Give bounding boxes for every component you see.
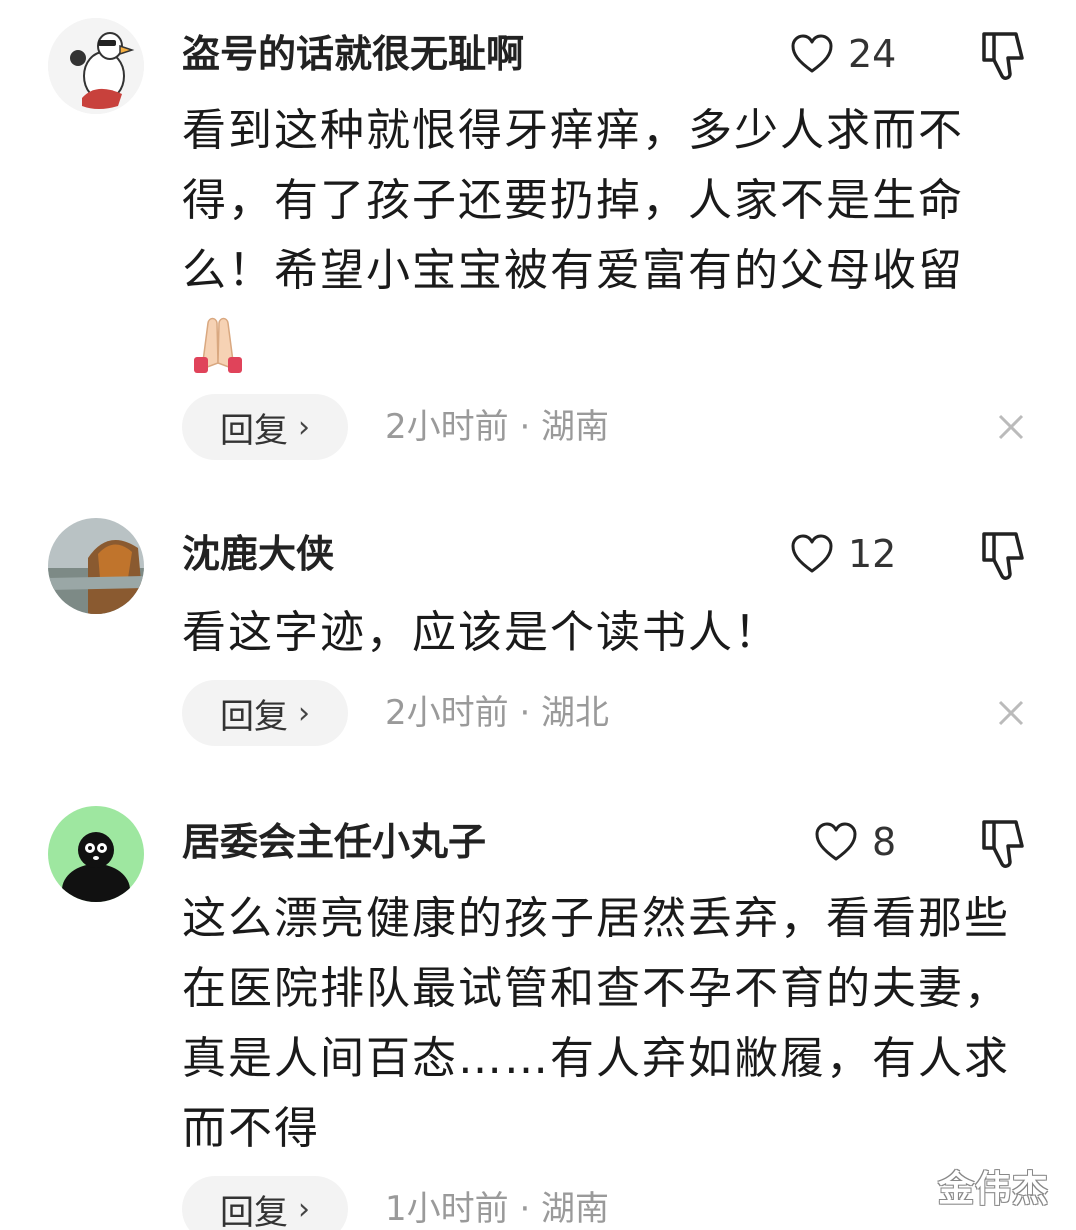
reply-label: 回复 — [220, 1192, 288, 1230]
reply-button[interactable]: 回复 › — [182, 1176, 348, 1230]
close-icon — [998, 700, 1024, 726]
avatar[interactable] — [48, 518, 144, 614]
thumbs-down-icon — [982, 820, 1024, 868]
dislike-button[interactable] — [970, 22, 1034, 86]
close-icon — [998, 414, 1024, 440]
like-button[interactable]: 24 — [790, 24, 896, 84]
comment-text: 看这字迹，应该是个读书人！ — [182, 607, 780, 658]
heart-outline-icon — [815, 822, 857, 861]
heart-outline-icon — [791, 34, 833, 73]
like-count: 24 — [848, 32, 897, 76]
thumbs-down-icon — [982, 32, 1024, 80]
reply-button[interactable]: 回复 › — [182, 680, 348, 746]
like-button[interactable]: 8 — [814, 812, 896, 872]
comment-meta: 2小时前 · 湖南 — [385, 407, 610, 447]
chevron-right-icon: › — [298, 1191, 310, 1227]
close-button[interactable] — [994, 410, 1028, 444]
folded-hands-emoji — [182, 313, 254, 373]
chevron-right-icon: › — [298, 409, 310, 445]
chevron-right-icon: › — [298, 695, 310, 731]
comment-text: 看到这种就恨得牙痒痒，多少人求而不得，有了孩子还要扔掉，人家不是生命么！希望小宝… — [182, 96, 1012, 380]
dislike-button[interactable] — [970, 810, 1034, 874]
watermark: 金伟杰 — [938, 1169, 1050, 1210]
avatar[interactable] — [48, 806, 144, 902]
comment-meta: 1小时前 · 湖南 — [385, 1189, 610, 1229]
like-count: 12 — [848, 532, 897, 576]
close-button[interactable] — [994, 696, 1028, 730]
avatar[interactable] — [48, 18, 144, 114]
reply-label: 回复 — [220, 410, 288, 451]
username[interactable]: 居委会主任小丸子 — [182, 818, 486, 866]
username[interactable]: 沈鹿大侠 — [182, 530, 334, 578]
comment-text: 这么漂亮健康的孩子居然丢弃，看看那些在医院排队最试管和查不孕不育的夫妻，真是人间… — [182, 893, 1010, 1154]
heart-outline-icon — [791, 534, 833, 573]
like-count: 8 — [872, 820, 897, 864]
like-button[interactable]: 12 — [790, 524, 896, 584]
reply-label: 回复 — [220, 696, 288, 737]
comment-meta: 2小时前 · 湖北 — [385, 693, 610, 733]
thumbs-down-icon — [982, 532, 1024, 580]
dislike-button[interactable] — [970, 522, 1034, 586]
username[interactable]: 盗号的话就很无耻啊 — [182, 30, 524, 78]
reply-button[interactable]: 回复 › — [182, 394, 348, 460]
